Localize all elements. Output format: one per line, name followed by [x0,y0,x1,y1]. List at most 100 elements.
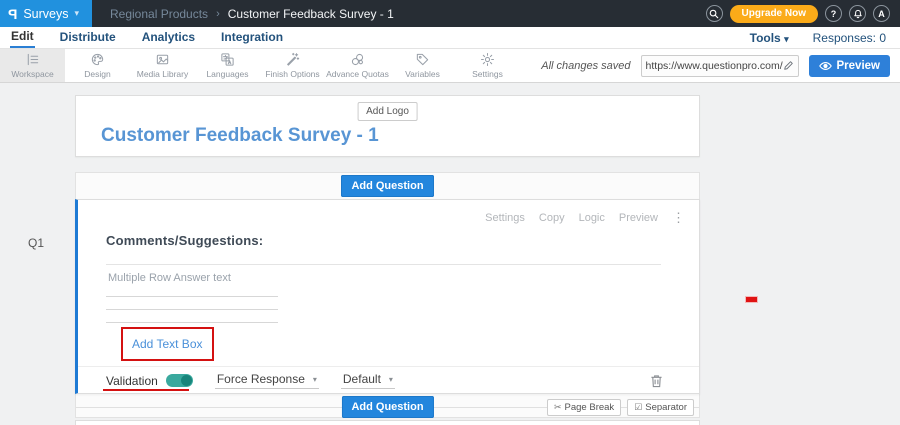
tab-edit[interactable]: Edit [10,27,35,48]
toolbar-item-advance-quotas[interactable]: Advance Quotas [325,49,390,82]
links-icon [350,52,365,67]
question-section: Add Question Settings Copy Logic Preview… [75,172,700,418]
delete-question-button[interactable] [650,374,663,388]
bell-icon [853,9,863,19]
breadcrumb: Regional Products › Customer Feedback Su… [110,7,394,21]
toolbar-label: Advance Quotas [326,69,389,79]
wand-icon [285,52,300,67]
page-controls: ✂ Page Break ☑ Separator [547,399,694,416]
notifications-button[interactable] [849,5,866,22]
breadcrumb-folder[interactable]: Regional Products [110,7,208,21]
preview-button[interactable]: Preview [809,55,890,77]
question-logic-link[interactable]: Logic [579,212,605,224]
multi-row-answer-area[interactable]: Multiple Row Answer text [106,272,278,323]
question-preview-link[interactable]: Preview [619,212,658,224]
save-status: All changes saved [541,60,630,72]
search-button[interactable] [706,5,723,22]
topbar: P Surveys ▾ Regional Products › Customer… [0,0,900,27]
toolbar-item-media-library[interactable]: Media Library [130,49,195,82]
gear-icon [480,52,495,67]
separator-button[interactable]: ☑ Separator [627,399,694,416]
answer-row-line [106,310,278,323]
checkbox-icon: ☑ [634,402,642,413]
surveys-menu-label: Surveys [23,7,68,21]
next-section-card-edge [75,420,700,425]
toolbar-item-design[interactable]: Design [65,49,130,82]
questionpro-logo: P [8,6,17,22]
scissors-icon: ✂ [554,402,562,413]
topbar-actions: Upgrade Now ? A [706,5,900,23]
survey-url-field [641,55,799,77]
toolbar-label: Finish Options [265,69,319,79]
question-card[interactable]: Settings Copy Logic Preview ⋮ Comments/S… [75,199,700,394]
question-copy-link[interactable]: Copy [539,212,565,224]
tag-icon [415,52,430,67]
pencil-icon [783,60,794,71]
tools-menu[interactable]: Tools ▾ [750,31,789,45]
edit-url-button[interactable] [783,60,794,71]
add-question-row-top: Add Question [76,173,699,199]
question-text-field[interactable]: Comments/Suggestions: [106,232,661,265]
red-annotation-mark [745,296,758,303]
answer-placeholder: Multiple Row Answer text [108,272,278,284]
add-question-button-bottom[interactable]: Add Question [341,396,433,418]
add-text-box-link[interactable]: Add Text Box [132,337,203,351]
survey-title[interactable]: Customer Feedback Survey - 1 [101,125,379,147]
toolbar-label: Settings [472,69,503,79]
image-icon [155,52,170,67]
toggle-knob [181,375,192,386]
answer-row-line [106,297,278,310]
question-actions: Settings Copy Logic Preview ⋮ [485,210,685,226]
default-dropdown[interactable]: Default ▾ [341,372,395,389]
page-break-button[interactable]: ✂ Page Break [547,399,621,416]
answer-row-line [106,284,278,297]
avatar-button[interactable]: A [873,5,890,22]
breadcrumb-separator-icon: › [216,8,220,20]
menu-right: Tools ▾ Responses: 0 [750,31,890,45]
workspace-icon [25,52,40,67]
toolbar-item-finish-options[interactable]: Finish Options [260,49,325,82]
palette-icon [90,52,105,67]
toolbar-item-workspace[interactable]: Workspace [0,49,65,82]
surveys-product-menu[interactable]: P Surveys ▾ [0,0,92,27]
add-question-button-top[interactable]: Add Question [341,175,433,197]
force-response-dropdown[interactable]: Force Response ▾ [215,372,319,389]
tab-distribute[interactable]: Distribute [59,28,117,47]
toolbar-label: Media Library [137,69,189,79]
toolbar-label: Workspace [11,69,53,79]
chevron-down-icon: ▾ [75,8,80,19]
main-menu: Edit Distribute Analytics Integration To… [0,27,900,48]
toolbar-label: Languages [206,69,248,79]
trash-icon [650,374,663,388]
add-text-box-highlight: Add Text Box [121,327,214,361]
validation-label: Validation [106,374,158,388]
editor-canvas: Add Logo Customer Feedback Survey - 1 Q1… [0,83,900,425]
toolbar-right: All changes saved Preview [541,49,900,82]
question-number: Q1 [28,236,44,250]
add-question-row-bottom: Add Question ✂ Page Break ☑ Separator [76,395,699,419]
survey-url-input[interactable] [646,60,783,72]
toolbar-item-languages[interactable]: Languages [195,49,260,82]
question-text: Comments/Suggestions: [106,233,263,248]
upgrade-now-button[interactable]: Upgrade Now [730,5,818,23]
tab-analytics[interactable]: Analytics [141,28,196,47]
add-logo-button[interactable]: Add Logo [357,102,418,121]
tab-integration[interactable]: Integration [220,28,284,47]
toolbar-item-variables[interactable]: Variables [390,49,455,82]
question-settings-link[interactable]: Settings [485,212,525,224]
validation-annotation-underline [103,389,189,391]
toolbar-label: Variables [405,69,440,79]
help-button[interactable]: ? [825,5,842,22]
toolbar-item-settings[interactable]: Settings [455,49,520,82]
kebab-menu-icon[interactable]: ⋮ [672,210,685,226]
toolbar-label: Design [84,69,110,79]
chevron-down-icon: ▾ [313,375,317,384]
avatar: A [878,9,885,19]
chevron-down-icon: ▾ [389,375,393,384]
validation-toggle[interactable] [166,374,193,387]
questionpro-survey-editor: P Surveys ▾ Regional Products › Customer… [0,0,900,425]
responses-count[interactable]: Responses: 0 [813,31,886,45]
translate-icon [220,52,235,67]
eye-icon [819,61,832,71]
chevron-down-icon: ▾ [784,34,789,44]
